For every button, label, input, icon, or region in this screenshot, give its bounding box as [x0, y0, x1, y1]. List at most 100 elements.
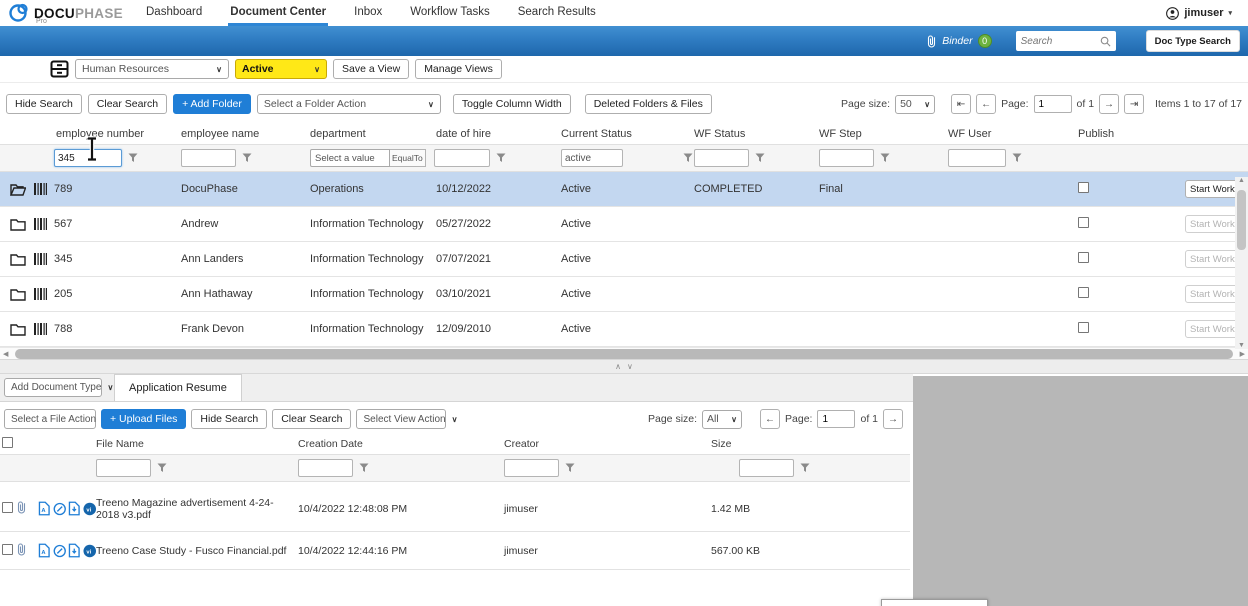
- col-header-publish[interactable]: Publish: [1066, 128, 1185, 140]
- search-icon[interactable]: [1100, 36, 1111, 47]
- search-input[interactable]: [1021, 36, 1100, 47]
- filter-icon[interactable]: [359, 463, 369, 473]
- manage-views-button[interactable]: Manage Views: [415, 59, 502, 79]
- folder-row[interactable]: 567 Andrew Information Technology 05/27/…: [0, 207, 1248, 242]
- first-page-button[interactable]: ⇤: [951, 94, 971, 114]
- file-row[interactable]: A vi Treeno Case Study - Fusco Financial…: [0, 532, 910, 570]
- filter-department-select[interactable]: Select a value: [310, 149, 390, 167]
- page-number-input[interactable]: [817, 410, 855, 428]
- user-menu[interactable]: jimuser ▾: [1166, 7, 1232, 20]
- page-number-input[interactable]: [1034, 95, 1072, 113]
- save-view-button[interactable]: Save a View: [333, 59, 409, 79]
- download-file-icon[interactable]: [68, 543, 81, 558]
- folder-action-select[interactable]: Select a Folder Action ∨: [257, 94, 441, 114]
- select-all-checkbox[interactable]: [2, 437, 13, 448]
- prev-page-button[interactable]: ←: [760, 409, 780, 429]
- scroll-left-icon[interactable]: ◀: [0, 350, 11, 358]
- prev-page-button[interactable]: ←: [976, 94, 996, 114]
- barcode-icon[interactable]: [34, 323, 47, 335]
- pdf-file-icon[interactable]: A: [38, 543, 51, 558]
- file-checkbox[interactable]: [2, 544, 13, 555]
- col-header-size[interactable]: Size: [711, 438, 910, 450]
- deleted-folders-button[interactable]: Deleted Folders & Files: [585, 94, 712, 114]
- nav-inbox[interactable]: Inbox: [352, 0, 384, 26]
- filter-icon[interactable]: [880, 153, 890, 163]
- folder-row[interactable]: 789 DocuPhase Operations 10/12/2022 Acti…: [0, 172, 1248, 207]
- nav-search-results[interactable]: Search Results: [516, 0, 598, 26]
- doc-type-search-button[interactable]: Doc Type Search: [1146, 30, 1240, 52]
- nav-dashboard[interactable]: Dashboard: [144, 0, 204, 26]
- collapse-up-icon[interactable]: ∧: [615, 362, 621, 371]
- last-page-button[interactable]: ⇥: [1124, 94, 1144, 114]
- open-folder-icon[interactable]: [10, 183, 26, 196]
- filter-icon[interactable]: [565, 463, 575, 473]
- filter-icon[interactable]: [1012, 153, 1022, 163]
- publish-checkbox[interactable]: [1078, 322, 1089, 333]
- barcode-icon[interactable]: [34, 218, 47, 230]
- publish-checkbox[interactable]: [1078, 287, 1089, 298]
- filter-icon[interactable]: [496, 153, 506, 163]
- filter-wf-user-input[interactable]: [948, 149, 1006, 167]
- binder-button[interactable]: Binder 0: [926, 34, 991, 48]
- file-row[interactable]: A vi Treeno Magazine advertisement 4-24-…: [0, 486, 910, 532]
- viewer-badge-icon[interactable]: vi: [83, 544, 96, 558]
- filter-department-operator[interactable]: EqualTo: [390, 149, 426, 167]
- barcode-icon[interactable]: [34, 288, 47, 300]
- scrollbar-thumb[interactable]: [1237, 190, 1246, 250]
- file-action-select[interactable]: Select a File Action ∨: [4, 409, 96, 429]
- tab-application-resume[interactable]: Application Resume: [114, 374, 242, 401]
- filter-icon[interactable]: [128, 153, 138, 163]
- closed-folder-icon[interactable]: [10, 218, 26, 231]
- col-header-wf-user[interactable]: WF User: [942, 128, 1066, 140]
- upload-files-button[interactable]: + Upload Files: [101, 409, 186, 429]
- col-header-current-status[interactable]: Current Status: [557, 128, 688, 140]
- col-header-employee-name[interactable]: employee name: [177, 128, 306, 140]
- vertical-scrollbar[interactable]: ▲ ▼: [1235, 177, 1248, 349]
- pdf-file-icon[interactable]: A: [38, 501, 51, 516]
- pane-splitter[interactable]: ∧ ∨: [0, 359, 1248, 374]
- view-action-select[interactable]: Select View Action ∨: [356, 409, 446, 429]
- filter-file-name-input[interactable]: [96, 459, 151, 477]
- download-file-icon[interactable]: [68, 501, 81, 516]
- filter-icon[interactable]: [157, 463, 167, 473]
- attachment-icon[interactable]: [16, 542, 27, 556]
- viewer-badge-icon[interactable]: vi: [83, 502, 96, 516]
- folder-row[interactable]: 788 Frank Devon Information Technology 1…: [0, 312, 1248, 347]
- annotate-icon[interactable]: [53, 502, 66, 516]
- col-header-employee-number[interactable]: employee number: [50, 128, 177, 140]
- filter-wf-step-input[interactable]: [819, 149, 874, 167]
- cell-file-name[interactable]: Treeno Case Study - Fusco Financial.pdf: [96, 545, 298, 557]
- toggle-column-width-button[interactable]: Toggle Column Width: [453, 94, 571, 114]
- expand-down-icon[interactable]: ∨: [627, 362, 633, 371]
- scroll-right-icon[interactable]: ▶: [1237, 350, 1248, 358]
- filter-employee-name-input[interactable]: [181, 149, 236, 167]
- cabinet-select[interactable]: Human Resources ∨: [75, 59, 229, 79]
- nav-workflow-tasks[interactable]: Workflow Tasks: [408, 0, 491, 26]
- col-header-department[interactable]: department: [306, 128, 432, 140]
- barcode-icon[interactable]: [34, 253, 47, 265]
- add-folder-button[interactable]: + Add Folder: [173, 94, 251, 114]
- page-size-select[interactable]: All ∨: [702, 410, 742, 429]
- next-page-button[interactable]: →: [1099, 94, 1119, 114]
- folder-row[interactable]: 345 Ann Landers Information Technology 0…: [0, 242, 1248, 277]
- add-document-type-select[interactable]: Add Document Type ∨: [4, 378, 102, 397]
- scroll-down-icon[interactable]: ▼: [1238, 342, 1245, 349]
- filter-current-status-input[interactable]: [561, 149, 623, 167]
- col-header-date-of-hire[interactable]: date of hire: [432, 128, 557, 140]
- scroll-up-icon[interactable]: ▲: [1238, 177, 1245, 184]
- filter-creator-input[interactable]: [504, 459, 559, 477]
- clear-search-button[interactable]: Clear Search: [88, 94, 167, 114]
- col-header-file-name[interactable]: File Name: [96, 438, 298, 450]
- hide-search-button[interactable]: Hide Search: [191, 409, 267, 429]
- horizontal-scrollbar[interactable]: ◀ ▶: [0, 347, 1248, 359]
- col-header-creator[interactable]: Creator: [504, 438, 711, 450]
- publish-checkbox[interactable]: [1078, 252, 1089, 263]
- view-select[interactable]: Active ∨: [235, 59, 327, 79]
- col-header-creation-date[interactable]: Creation Date: [298, 438, 504, 450]
- page-size-select[interactable]: 50 ∨: [895, 95, 935, 114]
- nav-document-center[interactable]: Document Center: [228, 0, 328, 26]
- filter-wf-status-input[interactable]: [694, 149, 749, 167]
- barcode-icon[interactable]: [34, 183, 47, 195]
- scrollbar-thumb[interactable]: [15, 349, 1232, 359]
- filter-creation-date-input[interactable]: [298, 459, 353, 477]
